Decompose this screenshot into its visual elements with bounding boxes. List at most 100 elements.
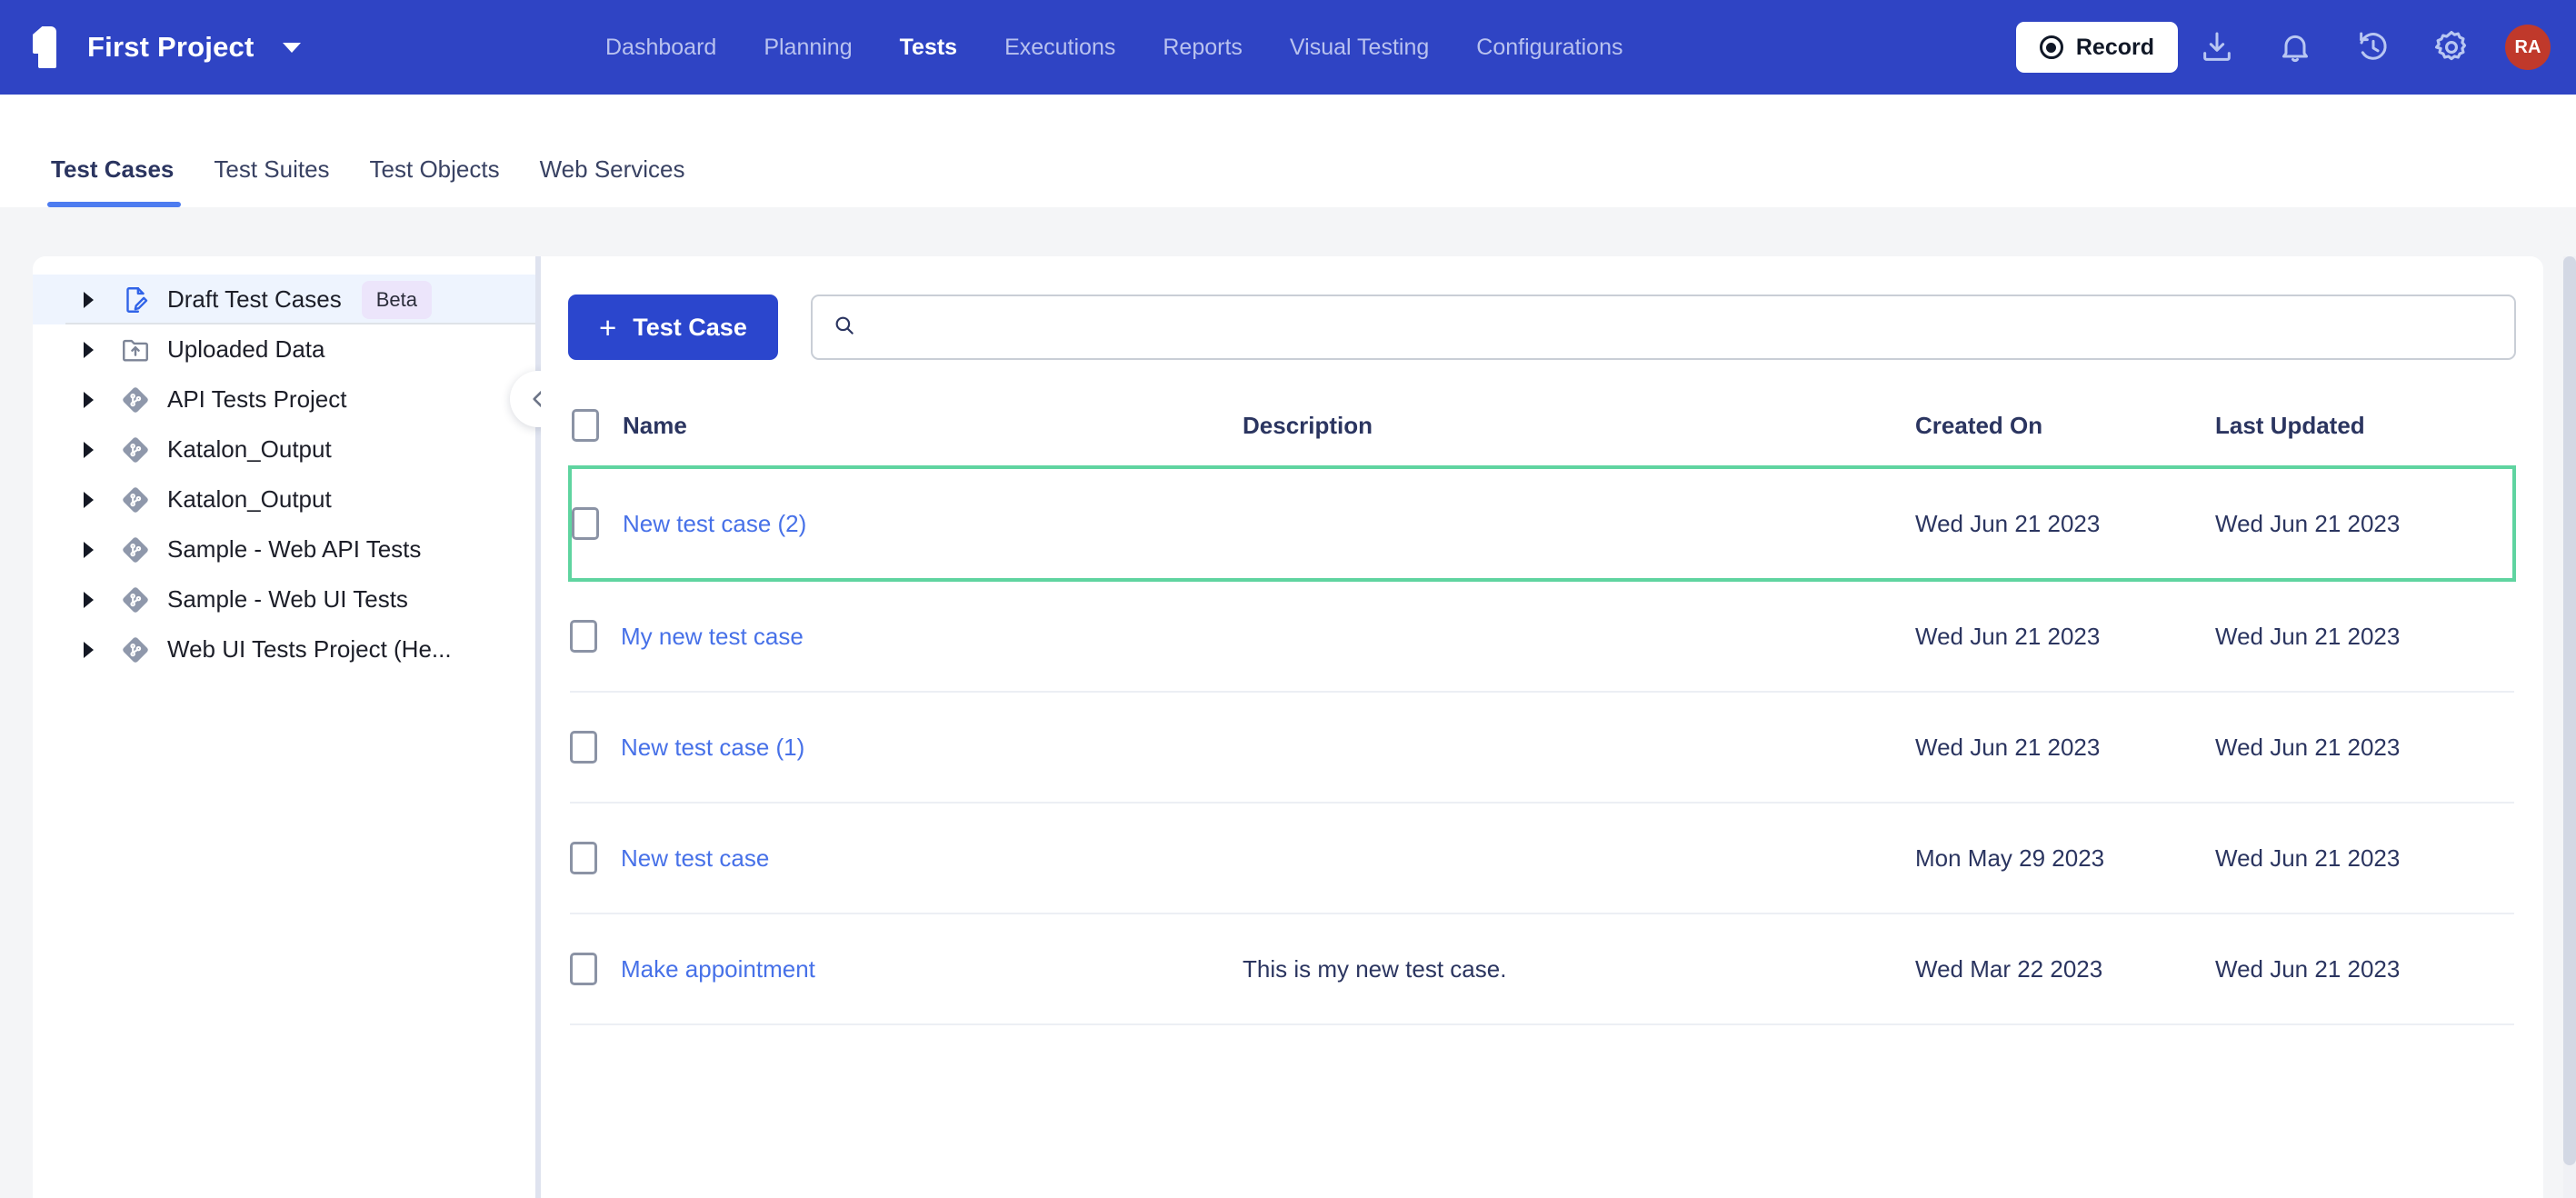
test-case-link[interactable]: New test case [621, 844, 769, 873]
nav-item-executions[interactable]: Executions [981, 0, 1139, 95]
sidebar-item-label: Katalon_Output [167, 485, 332, 513]
cell-last-updated: Wed Jun 21 2023 [2215, 803, 2514, 914]
git-branch-icon [120, 384, 151, 415]
git-branch-icon [120, 584, 151, 615]
expand-arrow-icon[interactable] [84, 541, 94, 558]
sidebar-item-draft-test-cases[interactable]: Draft Test Cases Beta [33, 275, 535, 324]
record-button[interactable]: Record [2015, 22, 2178, 73]
row-checkbox[interactable] [570, 953, 597, 985]
expand-arrow-icon[interactable] [84, 491, 94, 508]
row-checkbox[interactable] [572, 507, 599, 540]
table-row[interactable]: New test case Mon May 29 2023 Wed Jun 21… [570, 803, 2514, 914]
nav-item-configurations[interactable]: Configurations [1453, 0, 1646, 95]
cell-description [1243, 692, 1915, 804]
bell-icon[interactable] [2256, 8, 2334, 86]
nav-item-tests[interactable]: Tests [876, 0, 981, 95]
git-branch-icon [120, 434, 151, 465]
add-test-case-label: Test Case [633, 313, 747, 341]
sidebar-item-label: Katalon_Output [167, 435, 332, 463]
search-input[interactable] [870, 314, 2494, 341]
main-nav: Dashboard Planning Tests Executions Repo… [582, 0, 1647, 95]
expand-arrow-icon[interactable] [84, 591, 94, 608]
test-case-link[interactable]: Make appointment [621, 955, 815, 983]
sidebar-item-label: Uploaded Data [167, 335, 325, 363]
record-dot-icon [2039, 35, 2063, 59]
column-header-last-updated: Last Updated [2215, 393, 2514, 468]
git-branch-icon [120, 634, 151, 665]
cell-created-on: Wed Mar 22 2023 [1915, 913, 2215, 1025]
row-checkbox[interactable] [570, 620, 597, 653]
upload-folder-icon [120, 334, 151, 365]
history-icon[interactable] [2334, 8, 2412, 86]
cell-created-on: Mon May 29 2023 [1915, 803, 2215, 914]
git-branch-icon [120, 534, 151, 565]
nav-item-visual-testing[interactable]: Visual Testing [1266, 0, 1453, 95]
cell-last-updated: Wed Jun 21 2023 [2215, 913, 2514, 1025]
project-name: First Project [87, 31, 255, 63]
cell-description [1243, 803, 1915, 914]
gear-icon[interactable] [2412, 8, 2491, 86]
nav-item-reports[interactable]: Reports [1139, 0, 1266, 95]
sidebar-item-uploaded-data[interactable]: Uploaded Data [33, 324, 535, 374]
scrollbar-thumb[interactable] [2563, 256, 2576, 1165]
brand-area[interactable]: First Project [27, 26, 302, 68]
git-branch-icon [120, 484, 151, 515]
search-box[interactable] [810, 295, 2516, 360]
tab-test-objects[interactable]: Test Objects [350, 155, 520, 207]
sidebar-item-katalon-output-1[interactable]: Katalon_Output [33, 424, 535, 474]
expand-arrow-icon[interactable] [84, 291, 94, 308]
nav-item-dashboard[interactable]: Dashboard [582, 0, 740, 95]
row-checkbox[interactable] [570, 842, 597, 874]
expand-arrow-icon[interactable] [84, 391, 94, 408]
cell-created-on: Wed Jun 21 2023 [1915, 580, 2215, 693]
row-checkbox[interactable] [570, 731, 597, 764]
test-case-link[interactable]: My new test case [621, 623, 804, 651]
tab-test-cases[interactable]: Test Cases [47, 155, 194, 207]
sidebar-item-label: API Tests Project [167, 385, 347, 413]
avatar[interactable]: RA [2505, 25, 2551, 70]
table-row[interactable]: New test case (1) Wed Jun 21 2023 Wed Ju… [570, 692, 2514, 804]
column-header-name-label: Name [623, 411, 687, 439]
sub-tab-bar: Test Cases Test Suites Test Objects Web … [0, 95, 2576, 207]
select-all-checkbox[interactable] [572, 409, 599, 442]
nav-item-planning[interactable]: Planning [740, 0, 875, 95]
add-test-case-button[interactable]: + Test Case [568, 295, 778, 360]
sidebar-item-label: Sample - Web API Tests [167, 535, 422, 563]
cell-name: My new test case [570, 580, 1243, 693]
beta-badge: Beta [361, 280, 432, 319]
column-header-name: Name [570, 393, 1243, 468]
sidebar-item-web-ui-tests-project[interactable]: Web UI Tests Project (He... [33, 624, 535, 674]
test-case-link[interactable]: New test case (2) [623, 510, 806, 538]
cell-name: Make appointment [570, 913, 1243, 1025]
tab-test-suites[interactable]: Test Suites [194, 155, 349, 207]
test-case-link[interactable]: New test case (1) [621, 734, 804, 762]
draft-document-icon [120, 285, 151, 315]
test-cases-panel: + Test Case Name Description Created On … [541, 256, 2543, 1198]
cell-description: This is my new test case. [1243, 913, 1915, 1025]
table-row[interactable]: New test case (2) Wed Jun 21 2023 Wed Ju… [568, 465, 2516, 582]
chevron-down-icon[interactable] [283, 42, 302, 53]
table-row[interactable]: Make appointment This is my new test cas… [570, 913, 2514, 1025]
cell-created-on: Wed Jun 21 2023 [1915, 692, 2215, 804]
sidebar-item-api-tests-project[interactable]: API Tests Project [33, 374, 535, 424]
page-body: Draft Test Cases Beta Uploaded Data API … [0, 207, 2576, 1198]
expand-arrow-icon[interactable] [84, 641, 94, 658]
katalon-logo [27, 26, 64, 68]
cell-name: New test case (2) [568, 465, 1243, 582]
test-explorer-sidebar: Draft Test Cases Beta Uploaded Data API … [33, 256, 535, 1198]
expand-arrow-icon[interactable] [84, 441, 94, 458]
sidebar-item-label: Draft Test Cases [167, 285, 342, 313]
expand-arrow-icon[interactable] [84, 341, 94, 358]
sidebar-item-katalon-output-2[interactable]: Katalon_Output [33, 474, 535, 524]
table-row[interactable]: My new test case Wed Jun 21 2023 Wed Jun… [570, 580, 2514, 693]
cell-name: New test case (1) [570, 692, 1243, 804]
tab-web-services[interactable]: Web Services [520, 155, 705, 207]
download-icon[interactable] [2178, 8, 2256, 86]
sidebar-item-sample-web-api-tests[interactable]: Sample - Web API Tests [33, 524, 535, 574]
cell-description [1243, 580, 1915, 693]
sidebar-item-sample-web-ui-tests[interactable]: Sample - Web UI Tests [33, 574, 535, 624]
plus-icon: + [599, 310, 617, 344]
cell-last-updated: Wed Jun 21 2023 [2215, 580, 2514, 693]
cell-last-updated: Wed Jun 21 2023 [2215, 465, 2516, 582]
sidebar-item-label: Sample - Web UI Tests [167, 585, 408, 613]
